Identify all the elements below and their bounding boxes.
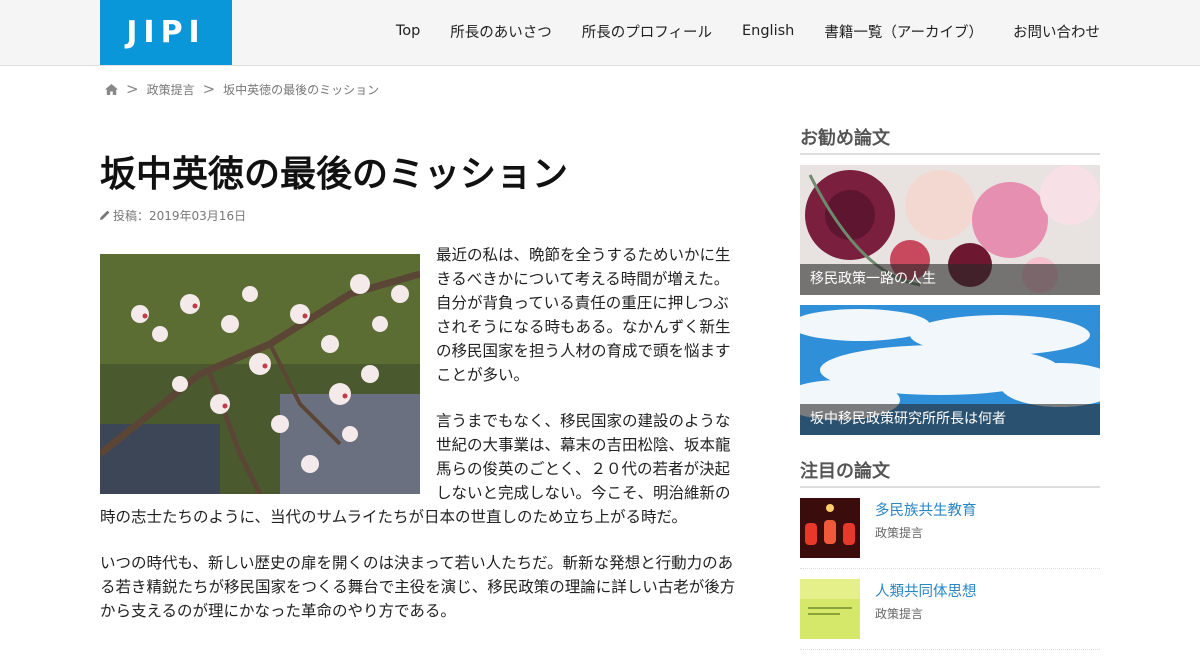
- nav-greeting[interactable]: 所長のあいさつ: [450, 21, 552, 42]
- breadcrumb-current: 坂中英徳の最後のミッション: [223, 82, 380, 97]
- nav-english[interactable]: English: [742, 23, 794, 39]
- featured-item-category: 政策提言: [875, 526, 924, 540]
- main-nav: Top 所長のあいさつ 所長のプロフィール English 書籍一覧（アーカイブ…: [366, 0, 1100, 62]
- site-header: JIPI Top 所長のあいさつ 所長のプロフィール English 書籍一覧（…: [0, 0, 1200, 66]
- page-title: 坂中英徳の最後のミッション: [100, 154, 569, 195]
- post-date: 投稿：2019年03月16日: [100, 207, 246, 224]
- post-date-text: 投稿：2019年03月16日: [113, 209, 247, 223]
- recommended-card-caption: 坂中移民政策研究所所長は何者: [800, 404, 1100, 435]
- plum-blossom-photo: [100, 254, 420, 494]
- nav-profile[interactable]: 所長のプロフィール: [582, 21, 712, 42]
- lantern-thumbnail: [800, 498, 860, 558]
- nav-contact[interactable]: お問い合わせ: [1013, 21, 1100, 42]
- nav-books-archive[interactable]: 書籍一覧（アーカイブ）: [824, 21, 983, 42]
- book-cover-thumbnail: [800, 579, 860, 639]
- article-body: 最近の私は、晩節を全うするためいかに生きるべきかについて考える時間が増えた。自分…: [100, 243, 740, 645]
- breadcrumb-separator: >: [202, 80, 216, 98]
- nav-top[interactable]: Top: [396, 23, 420, 39]
- breadcrumb: > 政策提言 > 坂中英徳の最後のミッション: [105, 80, 379, 98]
- featured-item-title[interactable]: 人類共同体思想: [875, 580, 977, 601]
- featured-item[interactable]: 人類共同体思想 政策提言: [800, 579, 1100, 650]
- featured-item-title[interactable]: 多民族共生教育: [875, 499, 977, 520]
- recommended-card[interactable]: 坂中移民政策研究所所長は何者: [800, 305, 1100, 435]
- site-logo[interactable]: JIPI: [100, 0, 232, 65]
- breadcrumb-separator: >: [126, 80, 139, 98]
- home-icon[interactable]: [105, 83, 118, 95]
- article-paragraph: いつの時代も、新しい歴史の扉を開くのは決まって若い人たちだ。斬新な発想と行動力の…: [100, 554, 736, 620]
- breadcrumb-category-link[interactable]: 政策提言: [147, 81, 195, 98]
- featured-item-category: 政策提言: [875, 607, 924, 621]
- recommended-card-caption: 移民政策一路の人生: [800, 264, 1100, 295]
- sidebar: お勧め論文 移民政策一路の人生 坂中移民政策研究所所長は何者 注目の論文 多民族…: [800, 124, 1100, 660]
- recommended-card[interactable]: 移民政策一路の人生: [800, 165, 1100, 295]
- featured-item[interactable]: 多民族共生教育 政策提言: [800, 498, 1100, 569]
- recommended-heading: お勧め論文: [800, 124, 1100, 155]
- pencil-icon: [100, 209, 110, 223]
- featured-heading: 注目の論文: [800, 457, 1100, 488]
